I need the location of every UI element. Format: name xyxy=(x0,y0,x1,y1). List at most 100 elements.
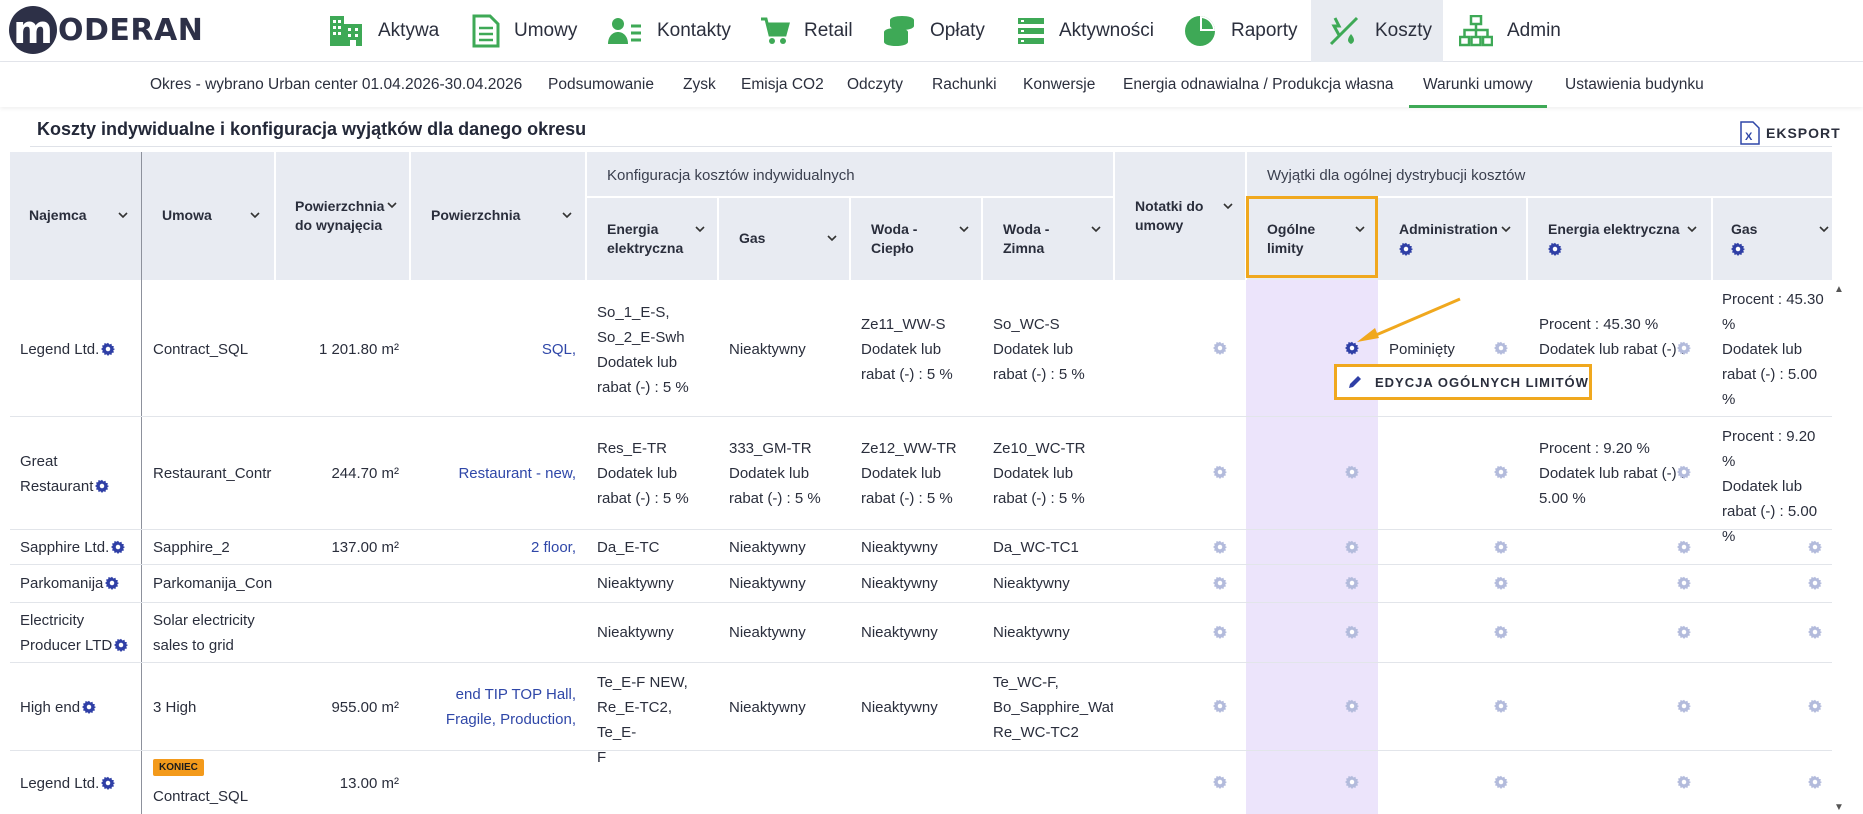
nav-retail[interactable]: Retail xyxy=(760,0,853,62)
settings-gear-icon[interactable] xyxy=(1213,341,1227,355)
settings-gear-icon[interactable] xyxy=(1677,540,1691,554)
chevron-down-icon[interactable] xyxy=(249,209,261,221)
settings-gear-icon[interactable] xyxy=(1345,576,1359,590)
settings-gear-icon[interactable] xyxy=(1494,465,1508,479)
settings-gear-icon[interactable] xyxy=(1677,775,1691,789)
subnav-rachunki[interactable]: Rachunki xyxy=(932,76,997,94)
col-powierzchnia-do-wynajecia[interactable]: Powierzchnia do wynajęcia xyxy=(295,197,384,235)
premises-link[interactable]: SQL, xyxy=(411,337,576,362)
settings-gear-icon[interactable] xyxy=(1345,775,1359,789)
settings-gear-icon[interactable] xyxy=(1808,625,1822,639)
col-energia-elektryczna[interactable]: Energia elektryczna xyxy=(607,220,683,258)
scroll-up-arrow[interactable]: ▲ xyxy=(1834,284,1844,295)
settings-gear-icon[interactable] xyxy=(1213,576,1227,590)
scroll-down-arrow[interactable]: ▼ xyxy=(1834,802,1844,813)
col-najemca[interactable]: Najemca xyxy=(29,206,87,225)
tenant-cell[interactable]: Parkomanija xyxy=(20,571,120,596)
settings-gear-icon[interactable] xyxy=(101,776,116,790)
chevron-down-icon[interactable] xyxy=(958,223,970,235)
settings-gear-icon[interactable] xyxy=(1213,625,1227,639)
chevron-down-icon[interactable] xyxy=(1354,223,1366,235)
tenant-cell[interactable]: Great Restaurant xyxy=(20,449,110,499)
settings-gear-icon[interactable] xyxy=(1677,625,1691,639)
contract-cell[interactable]: 3 High xyxy=(153,695,196,720)
col-umowa[interactable]: Umowa xyxy=(162,206,212,225)
settings-gear-icon[interactable] xyxy=(1677,699,1691,713)
settings-gear-icon[interactable] xyxy=(1677,576,1691,590)
subnav-energia-odnawialna[interactable]: Energia odnawialna / Produkcja własna xyxy=(1123,76,1394,94)
nav-aktywnosci[interactable]: Aktywności xyxy=(1017,0,1154,62)
col-powierzchnia[interactable]: Powierzchnia xyxy=(431,206,520,225)
settings-gear-icon[interactable] xyxy=(82,700,97,714)
settings-gear-icon[interactable] xyxy=(1808,576,1822,590)
chevron-down-icon[interactable] xyxy=(1500,223,1512,235)
settings-gear-icon[interactable] xyxy=(101,342,116,356)
col-ex-gas[interactable]: Gas xyxy=(1731,220,1757,239)
contract-cell[interactable]: Solar electricity sales to grid xyxy=(153,608,255,658)
settings-gear-icon[interactable] xyxy=(1808,540,1822,554)
col-notatki[interactable]: Notatki do umowy xyxy=(1135,197,1203,235)
settings-gear-icon[interactable] xyxy=(1345,465,1359,479)
col-administration[interactable]: Administration xyxy=(1399,220,1498,239)
settings-gear-icon[interactable] xyxy=(1808,699,1822,713)
contract-cell[interactable]: Contract_SQL xyxy=(153,337,248,362)
contract-cell[interactable]: Restaurant_Contr xyxy=(153,461,273,486)
settings-gear-icon[interactable] xyxy=(1345,625,1359,639)
tenant-cell[interactable]: Legend Ltd. xyxy=(20,337,116,362)
settings-gear-icon[interactable] xyxy=(111,540,126,554)
col-ogolne-limity[interactable]: Ogólne limity xyxy=(1267,220,1315,258)
col-woda-zimna[interactable]: Woda - Zimna xyxy=(1003,220,1049,258)
chevron-down-icon[interactable] xyxy=(117,209,129,221)
premises-link[interactable]: 2 floor, xyxy=(411,535,576,560)
nav-admin[interactable]: Admin xyxy=(1459,0,1561,62)
nav-aktywa[interactable]: Aktywa xyxy=(328,0,439,62)
subnav-warunki-umowy[interactable]: Warunki umowy xyxy=(1409,76,1547,108)
settings-gear-icon[interactable] xyxy=(1399,242,1413,256)
chevron-down-icon[interactable] xyxy=(1686,223,1698,235)
settings-gear-icon[interactable] xyxy=(1548,242,1562,256)
settings-gear-icon[interactable] xyxy=(95,479,110,493)
tenant-cell[interactable]: Sapphire Ltd. xyxy=(20,535,126,560)
settings-gear-icon[interactable] xyxy=(1494,341,1508,355)
settings-gear-icon[interactable] xyxy=(1345,699,1359,713)
chevron-down-icon[interactable] xyxy=(1090,223,1102,235)
nav-oplaty[interactable]: Opłaty xyxy=(882,0,985,62)
settings-gear-icon[interactable] xyxy=(1494,775,1508,789)
contract-cell[interactable]: Parkomanija_Con xyxy=(153,571,273,596)
chevron-down-icon[interactable] xyxy=(1818,223,1830,235)
col-gas[interactable]: Gas xyxy=(739,229,765,248)
nav-kontakty[interactable]: Kontakty xyxy=(607,0,731,62)
moderan-logo[interactable]: m ODERAN xyxy=(9,6,203,54)
contract-cell[interactable]: Sapphire_2 xyxy=(153,535,230,560)
subnav-odczyty[interactable]: Odczyty xyxy=(847,76,903,94)
subnav-podsumowanie[interactable]: Podsumowanie xyxy=(548,76,654,94)
nav-raporty[interactable]: Raporty xyxy=(1183,0,1298,62)
chevron-down-icon[interactable] xyxy=(386,199,398,211)
chevron-down-icon[interactable] xyxy=(561,209,573,221)
premises-link[interactable]: end TIP TOP Hall, Fragile, Production, xyxy=(411,682,576,732)
settings-gear-icon[interactable] xyxy=(1213,465,1227,479)
settings-gear-icon[interactable] xyxy=(1494,540,1508,554)
settings-gear-icon[interactable] xyxy=(1677,341,1691,355)
settings-gear-icon[interactable] xyxy=(1731,242,1745,256)
edit-general-limits-menu-item[interactable]: EDYCJA OGÓLNYCH LIMITÓW xyxy=(1334,364,1592,400)
period-selector[interactable]: Okres - wybrano Urban center 01.04.2026-… xyxy=(150,76,522,94)
chevron-down-icon[interactable] xyxy=(694,223,706,235)
settings-gear-icon[interactable] xyxy=(114,638,129,652)
settings-gear-icon[interactable] xyxy=(105,576,120,590)
col-ex-energia-elektryczna[interactable]: Energia elektryczna xyxy=(1548,220,1680,239)
tenant-cell[interactable]: Legend Ltd. xyxy=(20,771,116,796)
settings-gear-icon[interactable] xyxy=(1213,540,1227,554)
settings-gear-icon[interactable] xyxy=(1213,699,1227,713)
settings-gear-icon[interactable] xyxy=(1345,540,1359,554)
settings-gear-icon[interactable] xyxy=(1494,576,1508,590)
contract-cell[interactable]: Contract_SQL xyxy=(153,784,248,809)
settings-gear-icon[interactable] xyxy=(1494,625,1508,639)
tenant-cell[interactable]: High end xyxy=(20,695,97,720)
chevron-down-icon[interactable] xyxy=(826,232,838,244)
nav-umowy[interactable]: Umowy xyxy=(472,0,577,62)
settings-gear-icon[interactable] xyxy=(1213,775,1227,789)
settings-gear-icon[interactable] xyxy=(1677,465,1691,479)
premises-link[interactable]: Restaurant - new, xyxy=(411,461,576,486)
subnav-zysk[interactable]: Zysk xyxy=(683,76,716,94)
